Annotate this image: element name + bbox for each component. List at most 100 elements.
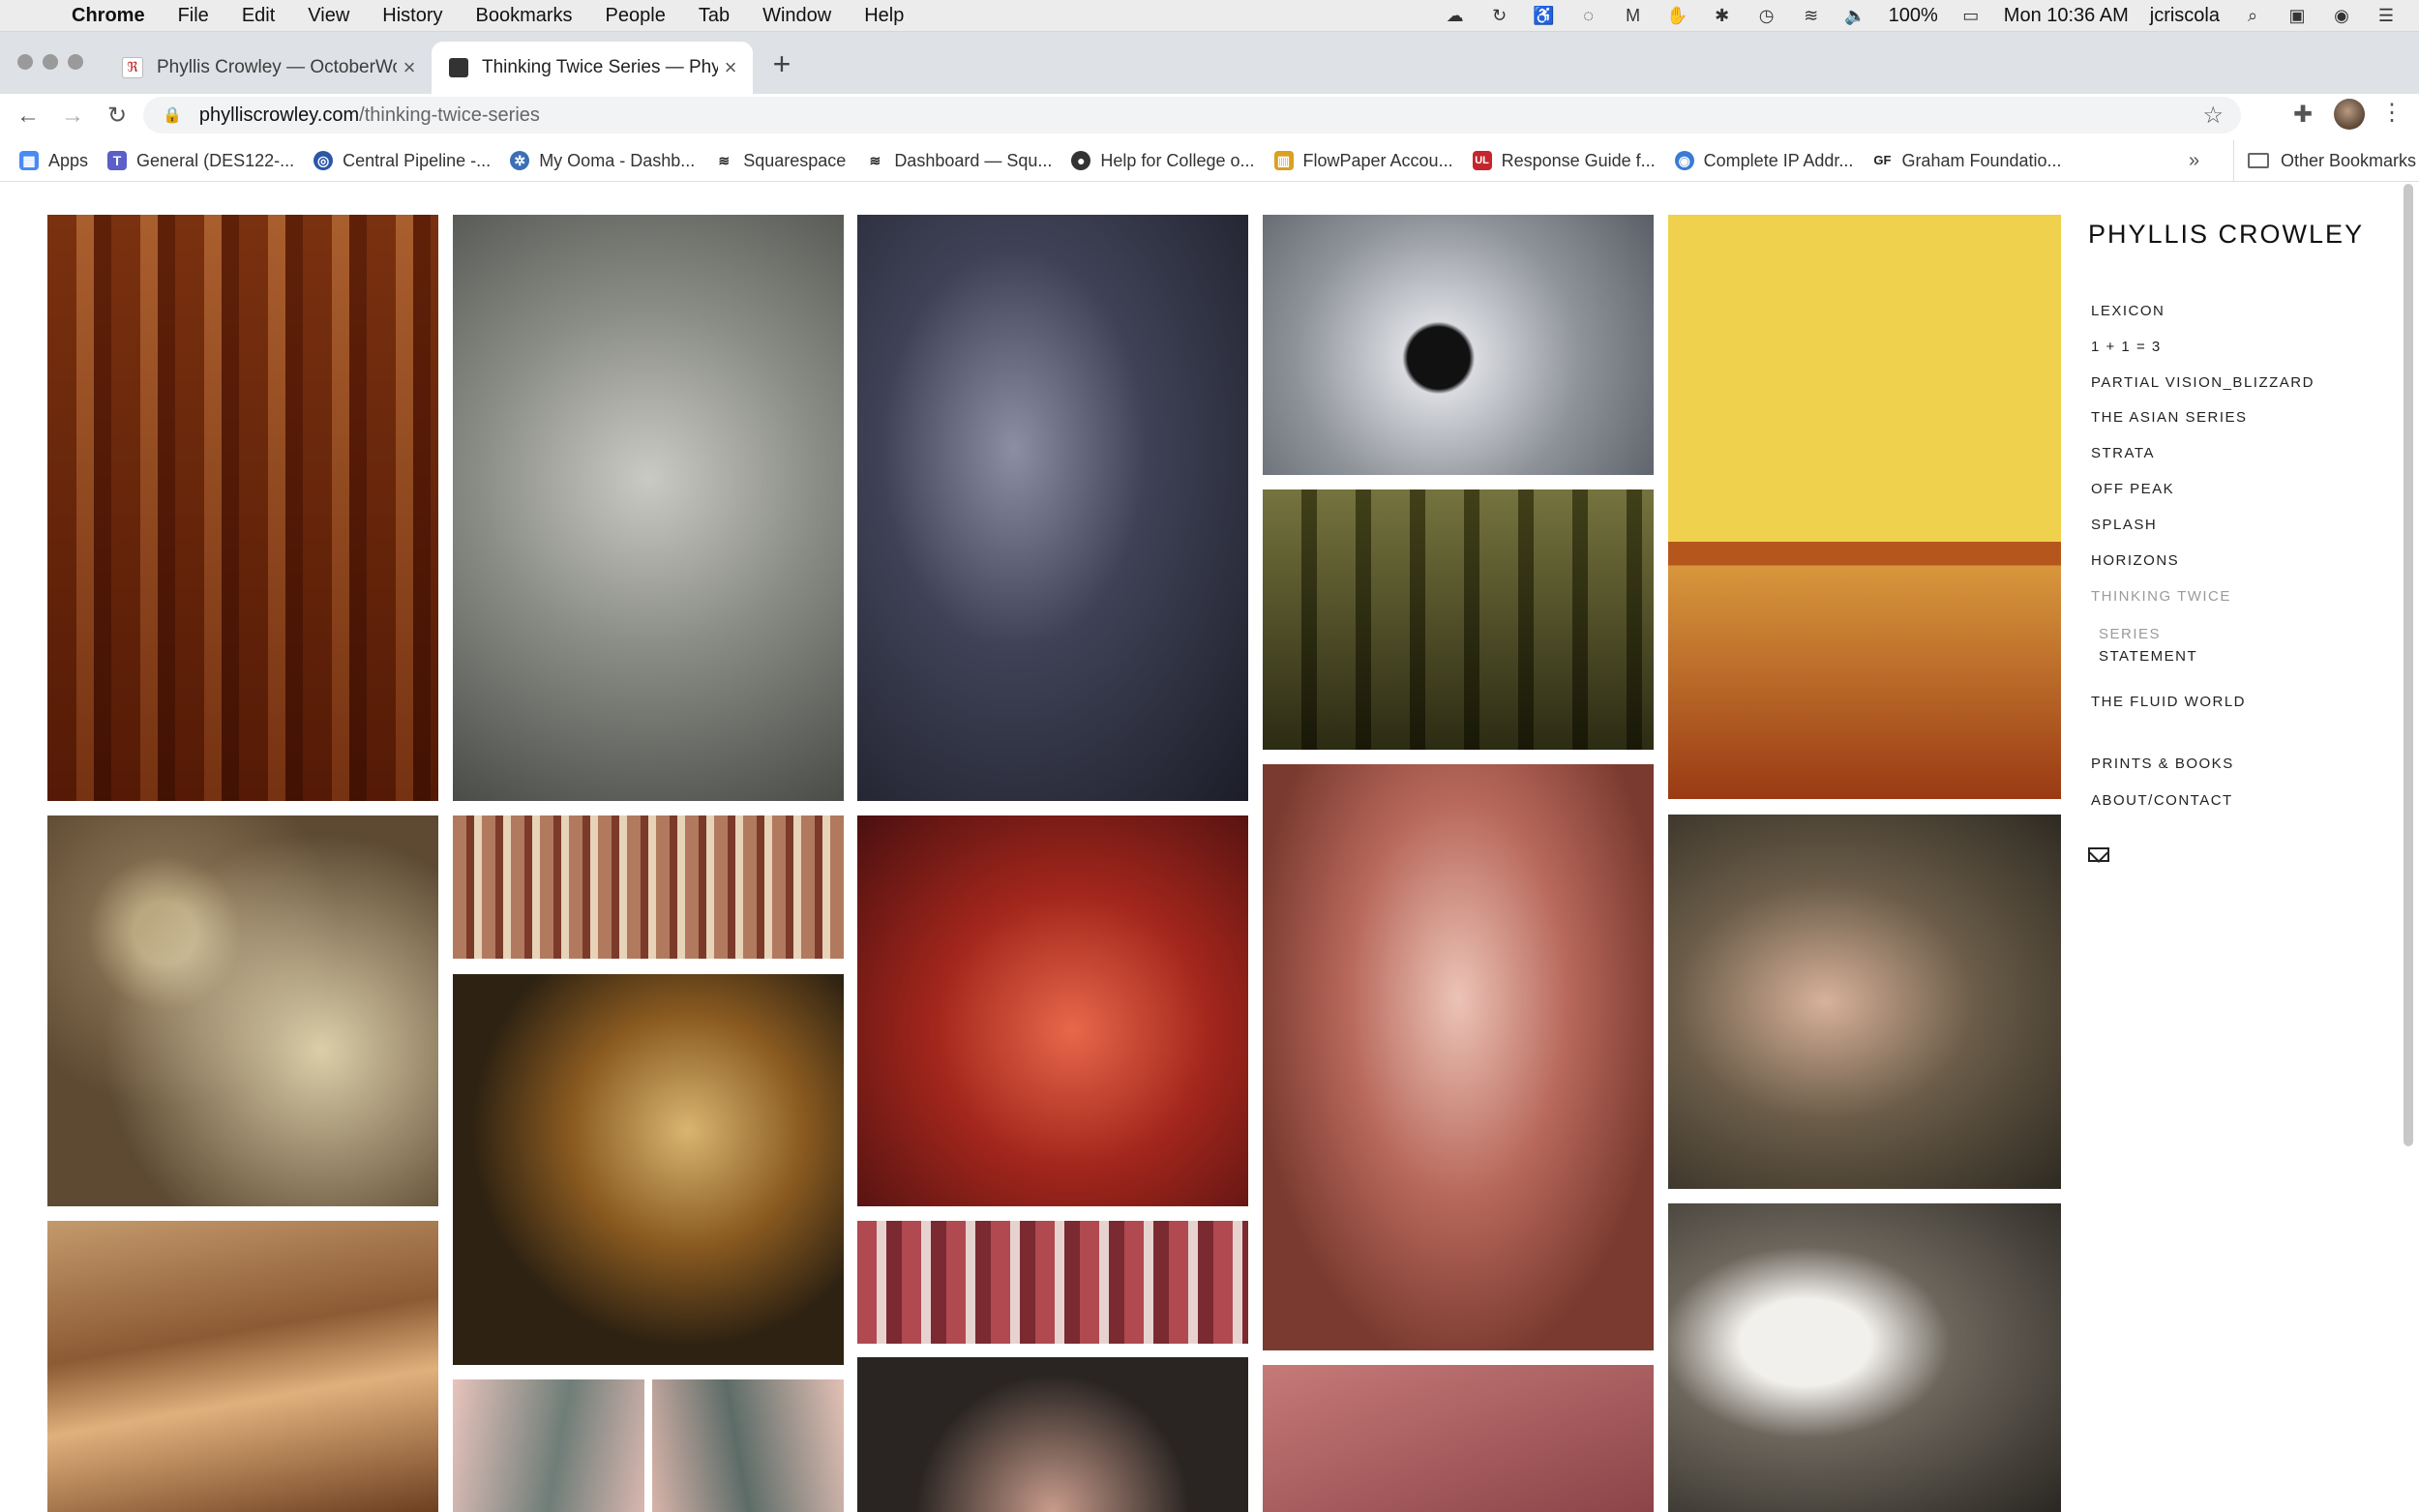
photo-tile[interactable] <box>857 1357 1248 1512</box>
bookmark-flowpaper[interactable]: ▥ FlowPaper Accou... <box>1273 151 1453 171</box>
photo-tile[interactable] <box>1263 764 1654 1350</box>
teams-icon: T <box>107 151 128 170</box>
battery-percent[interactable]: 100% <box>1889 5 1938 27</box>
window-zoom-button[interactable] <box>68 54 83 70</box>
volume-icon[interactable]: 🔈 <box>1844 6 1867 25</box>
photo-tile[interactable] <box>47 815 438 1206</box>
photo-tile[interactable] <box>1668 215 2061 799</box>
subnav-series[interactable]: SERIES <box>2099 626 2161 642</box>
profile-avatar[interactable] <box>2334 99 2365 130</box>
photo-tile[interactable] <box>1668 1203 2061 1512</box>
notification-center-icon[interactable]: ☰ <box>2374 6 2398 25</box>
photo-tile[interactable] <box>1263 215 1654 475</box>
battery-icon[interactable]: ▭ <box>1959 6 1983 25</box>
malwarebytes-icon[interactable]: M <box>1622 6 1645 25</box>
menu-bookmarks[interactable]: Bookmarks <box>476 5 573 27</box>
photo-tile[interactable] <box>1668 815 2061 1189</box>
bookmark-response-guide[interactable]: UL Response Guide f... <box>1472 151 1656 171</box>
site-title[interactable]: PHYLLIS CROWLEY <box>2088 220 2364 250</box>
tab-title: Thinking Twice Series — Phyllis Crowley <box>482 57 718 77</box>
nav-the-asian-series[interactable]: THE ASIAN SERIES <box>2091 409 2248 426</box>
menu-window[interactable]: Window <box>762 5 831 27</box>
nav-1-plus-1-equals-3[interactable]: 1 + 1 = 3 <box>2091 339 2162 355</box>
menu-app-name[interactable]: Chrome <box>72 5 145 27</box>
bookmark-apps[interactable]: ▦ Apps <box>19 151 88 171</box>
bookmark-general[interactable]: T General (DES122-... <box>107 151 294 171</box>
other-bookmarks-label: Other Bookmarks <box>2281 150 2417 170</box>
nav-strata[interactable]: STRATA <box>2091 445 2155 461</box>
nav-splash[interactable]: SPLASH <box>2091 517 2157 533</box>
accessibility-icon[interactable]: ♿ <box>1533 6 1556 25</box>
bookmark-graham-foundation[interactable]: GF Graham Foundatio... <box>1872 151 2062 171</box>
photo-tile[interactable] <box>453 1379 644 1512</box>
bookmarks-overflow-chevron-icon[interactable]: » <box>2189 140 2199 181</box>
hand-icon[interactable]: ✋ <box>1666 6 1689 25</box>
bookmark-label: Apps <box>48 150 89 170</box>
photo-tile[interactable] <box>453 974 844 1365</box>
screen-share-icon[interactable]: ▣ <box>2285 6 2309 25</box>
bookmark-dashboard-squarespace[interactable]: ≋ Dashboard — Squ... <box>865 151 1052 171</box>
nav-off-peak[interactable]: OFF PEAK <box>2091 481 2174 497</box>
menu-edit[interactable]: Edit <box>242 5 275 27</box>
menubar-clock[interactable]: Mon 10:36 AM <box>2004 5 2129 27</box>
page-scrollbar[interactable] <box>2404 184 2413 1146</box>
photo-tile[interactable] <box>857 215 1248 801</box>
menu-tab[interactable]: Tab <box>699 5 730 27</box>
other-bookmarks-folder[interactable]: Other Bookmarks <box>2233 140 2416 181</box>
reload-icon[interactable]: ↻ <box>101 99 134 133</box>
nav-lexicon[interactable]: LEXICON <box>2091 303 2165 319</box>
siri-icon[interactable]: ◉ <box>2330 6 2353 25</box>
bluetooth-icon[interactable]: ✱ <box>1711 6 1734 25</box>
bookmark-complete-ip[interactable]: ◉ Complete IP Addr... <box>1674 151 1853 171</box>
bookmark-central-pipeline[interactable]: ◎ Central Pipeline -... <box>314 151 491 171</box>
photo-tile[interactable] <box>47 215 438 801</box>
bookmark-my-ooma[interactable]: ✲ My Ooma - Dashb... <box>510 151 695 171</box>
menu-history[interactable]: History <box>382 5 442 27</box>
nav-about-contact[interactable]: ABOUT/CONTACT <box>2091 792 2233 809</box>
squarespace-icon: ≋ <box>865 151 885 170</box>
photo-tile[interactable] <box>453 215 844 801</box>
tab-thinking-twice-series[interactable]: Thinking Twice Series — Phyllis Crowley … <box>432 42 753 94</box>
spinner-icon[interactable]: ◌ <box>1577 6 1600 25</box>
menu-view[interactable]: View <box>308 5 349 27</box>
menubar-user[interactable]: jcriscola <box>2150 5 2220 27</box>
forward-arrow-icon[interactable]: → <box>56 99 89 133</box>
sync-icon[interactable]: ↻ <box>1488 6 1511 25</box>
spotlight-search-icon[interactable]: ⌕ <box>2241 6 2264 25</box>
photo-tile[interactable] <box>47 1221 438 1512</box>
wifi-icon[interactable]: ≋ <box>1800 6 1823 25</box>
bookmark-help-for-college[interactable]: ● Help for College o... <box>1071 151 1255 171</box>
photo-tile[interactable] <box>857 815 1248 1206</box>
lock-icon[interactable]: 🔒 <box>163 105 182 125</box>
address-bar[interactable]: 🔒 phylliscrowley.com/thinking-twice-seri… <box>143 97 2241 133</box>
bookmark-squarespace[interactable]: ≋ Squarespace <box>714 151 846 171</box>
nav-prints-and-books[interactable]: PRINTS & BOOKS <box>2091 756 2234 772</box>
time-machine-icon[interactable]: ◷ <box>1755 6 1778 25</box>
bookmark-label: Central Pipeline -... <box>343 150 492 170</box>
photo-tile[interactable] <box>1263 1365 1654 1512</box>
subnav-statement[interactable]: STATEMENT <box>2099 648 2197 665</box>
new-tab-plus-icon[interactable]: + <box>764 46 799 81</box>
mail-envelope-icon[interactable] <box>2088 847 2109 862</box>
bookmark-star-icon[interactable]: ☆ <box>2202 102 2224 130</box>
browser-menu-kebab-icon[interactable]: ⋮ <box>2380 99 2404 127</box>
menu-help[interactable]: Help <box>864 5 904 27</box>
photo-tile[interactable] <box>652 1379 844 1512</box>
nav-horizons[interactable]: HORIZONS <box>2091 552 2179 569</box>
photo-tile[interactable] <box>453 815 844 959</box>
menu-people[interactable]: People <box>606 5 666 27</box>
tab-close-icon[interactable]: × <box>718 55 743 80</box>
photo-tile[interactable] <box>857 1221 1248 1344</box>
cloud-icon[interactable]: ☁ <box>1444 6 1467 25</box>
photo-tile[interactable] <box>1263 489 1654 750</box>
tab-phyllis-crowley-octoberworks[interactable]: ℜ Phyllis Crowley — OctoberWorks × <box>105 42 432 94</box>
window-close-button[interactable] <box>17 54 33 70</box>
window-minimize-button[interactable] <box>43 54 58 70</box>
menu-file[interactable]: File <box>178 5 209 27</box>
extensions-puzzle-icon[interactable]: ✚ <box>2293 101 2313 129</box>
nav-the-fluid-world[interactable]: THE FLUID WORLD <box>2091 694 2246 710</box>
nav-thinking-twice[interactable]: THINKING TWICE <box>2091 588 2231 605</box>
tab-close-icon[interactable]: × <box>397 55 422 80</box>
back-arrow-icon[interactable]: ← <box>12 99 45 133</box>
nav-partial-vision-blizzard[interactable]: PARTIAL VISION_BLIZZARD <box>2091 374 2314 391</box>
